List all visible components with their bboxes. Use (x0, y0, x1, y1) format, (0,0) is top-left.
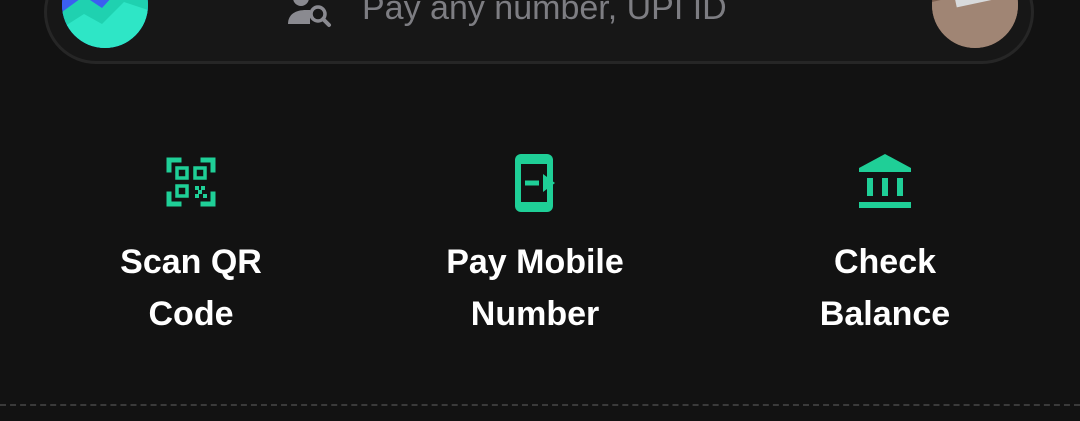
home-screen: Pay any number, UPI ID Scan QR Code Pay … (0, 0, 1080, 421)
check-balance-button[interactable]: Check Balance (735, 150, 1035, 350)
scan-qr-code-button[interactable]: Scan QR Code (41, 150, 341, 350)
pay-mobile-number-label: Pay Mobile Number (446, 243, 624, 333)
section-divider (0, 404, 1080, 406)
scan-qr-code-label: Scan QR Code (120, 243, 262, 333)
pay-mobile-number-button[interactable]: Pay Mobile Number (385, 150, 685, 350)
bank-icon (853, 150, 917, 214)
check-balance-label: Check Balance (819, 243, 951, 333)
search-placeholder[interactable]: Pay any number, UPI ID (362, 0, 727, 30)
qr-scan-icon (159, 150, 223, 214)
mobile-pay-icon (503, 150, 567, 214)
person-search-icon (288, 0, 332, 28)
